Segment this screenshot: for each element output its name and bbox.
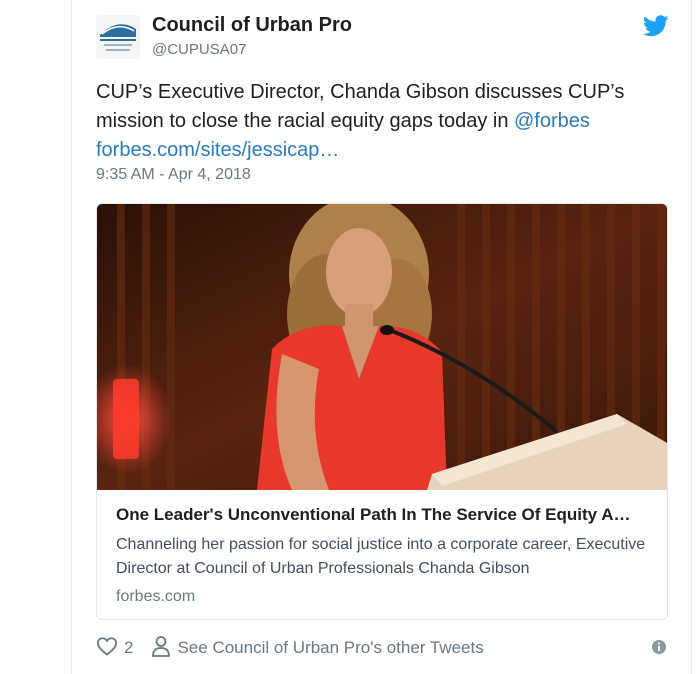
account-avatar[interactable]	[96, 15, 140, 59]
account-handle[interactable]: @CUPUSA07	[152, 41, 246, 58]
tweet-text: CUP’s Executive Director, Chanda Gibson …	[96, 78, 656, 165]
tweet-actions: 2 See Council of Urban Pro's other Tweet…	[96, 635, 484, 662]
account-name[interactable]: Council of Urban Pro	[152, 14, 352, 37]
card-title[interactable]: One Leader's Unconventional Path In The …	[116, 505, 656, 525]
person-icon[interactable]	[151, 635, 171, 662]
info-icon[interactable]	[651, 639, 667, 655]
card-image[interactable]	[97, 204, 667, 490]
link-card[interactable]: One Leader's Unconventional Path In The …	[96, 203, 668, 620]
tweet-timestamp[interactable]: 9:35 AM - Apr 4, 2018	[96, 166, 251, 184]
mention-link[interactable]: @forbes	[514, 110, 590, 132]
heart-icon[interactable]	[96, 636, 118, 661]
card-domain: forbes.com	[116, 588, 196, 605]
like-count[interactable]: 2	[124, 638, 133, 658]
twitter-bird-icon[interactable]	[642, 15, 669, 37]
profile-tweets-link[interactable]: See Council of Urban Pro's other Tweets	[177, 638, 483, 658]
card-description: Channeling her passion for social justic…	[116, 536, 646, 577]
url-link[interactable]: forbes.com/sites/jessicap…	[96, 139, 339, 161]
